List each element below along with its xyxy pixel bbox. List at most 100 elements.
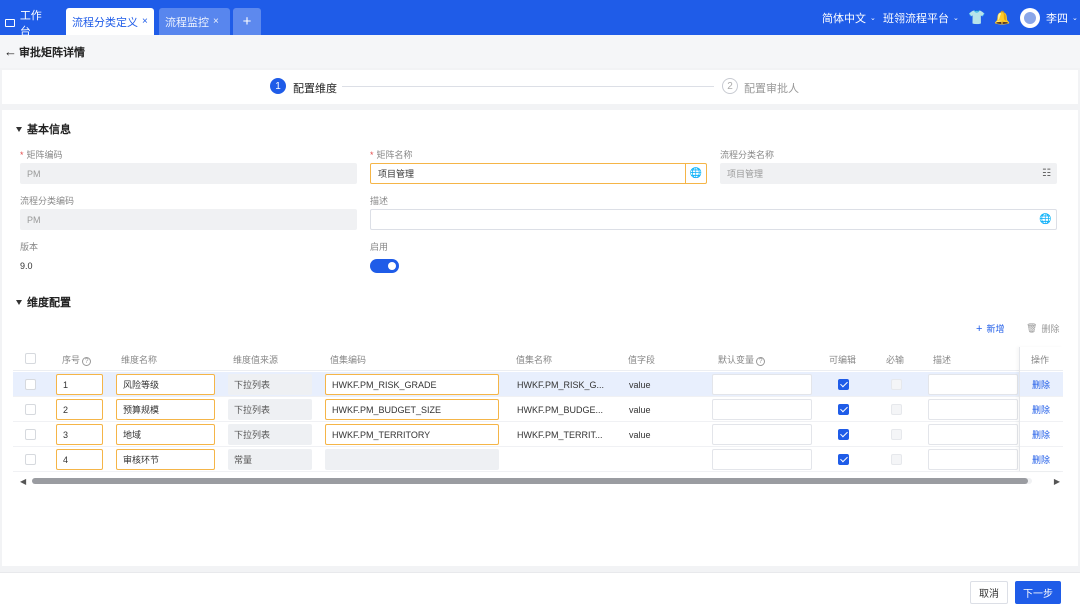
scroll-thumb[interactable] [32, 478, 1028, 484]
required-checkbox[interactable] [891, 404, 902, 415]
col-description: 描述 [933, 355, 952, 365]
seq-input[interactable]: 1 [56, 374, 103, 395]
dimension-grid: 序号? 维度名称 维度值来源 值集编码 值集名称 值字段 默认变量? 可编辑 必… [13, 347, 1063, 473]
select-all-checkbox[interactable] [25, 353, 36, 364]
back-arrow-icon[interactable]: ← [4, 44, 17, 59]
value-field-text: value [629, 404, 651, 415]
step-divider [342, 86, 714, 87]
platform-selector[interactable]: 班翎流程平台 ⌄ [883, 0, 959, 35]
value-source-select[interactable]: 下拉列表 [228, 424, 312, 445]
globe-icon[interactable]: 🌐 [1035, 210, 1056, 229]
row-checkbox[interactable] [25, 379, 36, 390]
required-checkbox[interactable] [891, 379, 902, 390]
scroll-left-icon[interactable]: ◀ [20, 477, 26, 486]
value-source-select[interactable]: 常量 [228, 449, 312, 470]
editable-checkbox[interactable] [838, 454, 849, 465]
row-description-input[interactable] [928, 424, 1018, 445]
value-field-text: value [629, 379, 651, 390]
section-title-basic[interactable]: 基本信息 [16, 121, 71, 137]
cancel-button[interactable]: 取消 [970, 581, 1008, 604]
language-selector[interactable]: 简体中文 ⌄ [822, 0, 876, 35]
valueset-name-text: HWKF.PM_BUDGE... [517, 404, 604, 415]
dimension-name-input[interactable]: 预算规模 [116, 399, 215, 420]
seq-input[interactable]: 4 [56, 449, 103, 470]
theme-shirt-icon[interactable]: 👕 [968, 0, 985, 35]
lookup-icon: ☷ [1042, 168, 1051, 179]
dimension-name-input[interactable]: 地域 [116, 424, 215, 445]
label-text: 矩阵名称 [376, 150, 413, 160]
valueset-code-input [325, 449, 499, 470]
user-menu[interactable]: 李四 ⌄ [1020, 0, 1078, 35]
category-name-value: 项目管理 [727, 169, 764, 179]
default-variable-input[interactable] [712, 424, 812, 445]
close-icon[interactable]: × [142, 16, 148, 27]
editable-checkbox[interactable] [838, 429, 849, 440]
category-code-field: PM [20, 209, 357, 230]
default-variable-input[interactable] [712, 399, 812, 420]
row-description-input[interactable] [928, 449, 1018, 470]
category-name-field: 项目管理 ☷ [720, 163, 1057, 184]
col-valueset-name: 值集名称 [516, 355, 553, 365]
page-title: 审批矩阵详情 [19, 46, 85, 59]
close-icon[interactable]: × [213, 16, 219, 27]
default-variable-input[interactable] [712, 449, 812, 470]
caret-down-icon [16, 126, 22, 132]
col-editable: 可编辑 [829, 355, 857, 365]
step-indicator: 1 配置维度 2 配置审批人 [2, 70, 1078, 104]
default-variable-input[interactable] [712, 374, 812, 395]
matrix-name-field[interactable]: 项目管理 🌐 [370, 163, 707, 184]
add-tab-button[interactable]: + [233, 8, 261, 35]
table-row[interactable]: 4 审核环节 常量 删除 [13, 447, 1063, 472]
table-header: 序号? 维度名称 维度值来源 值集编码 值集名称 值字段 默认变量? 可编辑 必… [13, 347, 1063, 371]
valueset-name-text: HWKF.PM_TERRIT... [517, 429, 603, 440]
tab-process-monitor[interactable]: 流程监控 × [159, 8, 230, 35]
table-row[interactable]: 1 风险等级 下拉列表 HWKF.PM_RISK_GRADE HWKF.PM_R… [13, 372, 1063, 397]
table-row[interactable]: 3 地域 下拉列表 HWKF.PM_TERRITORY HWKF.PM_TERR… [13, 422, 1063, 447]
chevron-down-icon: ⌄ [953, 14, 959, 22]
footer-bar: 取消 下一步 [0, 572, 1080, 608]
page-header: ← 审批矩阵详情 [0, 35, 1080, 68]
help-icon[interactable]: ? [82, 357, 92, 366]
top-nav-bar: 工作台 流程分类定义 × 流程监控 × + 简体中文 ⌄ 班翎流程平台 ⌄ 👕 … [0, 0, 1080, 38]
required-checkbox[interactable] [891, 454, 902, 465]
value-source-select[interactable]: 下拉列表 [228, 399, 312, 420]
row-description-input[interactable] [928, 374, 1018, 395]
valueset-code-input[interactable]: HWKF.PM_TERRITORY [325, 424, 499, 445]
seq-input[interactable]: 3 [56, 424, 103, 445]
help-icon[interactable]: ? [756, 357, 766, 366]
value-field-text [629, 449, 689, 470]
col-value-field: 值字段 [628, 355, 656, 365]
dimension-name-input[interactable]: 风险等级 [116, 374, 215, 395]
col-required: 必输 [886, 355, 905, 365]
category-name-label: 流程分类名称 [720, 150, 775, 160]
valueset-name-text [517, 449, 617, 470]
editable-checkbox[interactable] [838, 404, 849, 415]
row-checkbox[interactable] [25, 429, 36, 440]
tab-workbench[interactable]: 工作台 [0, 9, 58, 38]
row-description-input[interactable] [928, 399, 1018, 420]
valueset-code-input[interactable]: HWKF.PM_BUDGET_SIZE [325, 399, 499, 420]
row-checkbox[interactable] [25, 454, 36, 465]
valueset-code-input[interactable]: HWKF.PM_RISK_GRADE [325, 374, 499, 395]
valueset-name-text: HWKF.PM_RISK_G... [517, 379, 605, 390]
bell-icon[interactable]: 🔔 [994, 0, 1010, 35]
fixed-operation-column [1019, 347, 1063, 471]
next-step-button[interactable]: 下一步 [1015, 581, 1061, 604]
seq-input[interactable]: 2 [56, 399, 103, 420]
tab-label: 工作台 [19, 9, 42, 38]
value-source-select[interactable]: 下拉列表 [228, 374, 312, 395]
language-label: 简体中文 [822, 12, 866, 25]
tab-process-category[interactable]: 流程分类定义 × [66, 8, 154, 35]
required-checkbox[interactable] [891, 429, 902, 440]
scroll-right-icon[interactable]: ▶ [1054, 477, 1060, 486]
globe-icon[interactable]: 🌐 [685, 164, 706, 183]
editable-checkbox[interactable] [838, 379, 849, 390]
horizontal-scrollbar[interactable]: ◀ ▶ [20, 477, 1060, 486]
col-value-source: 维度值来源 [233, 355, 279, 365]
table-row[interactable]: 2 预算规模 下拉列表 HWKF.PM_BUDGET_SIZE HWKF.PM_… [13, 397, 1063, 422]
dimension-name-input[interactable]: 审核环节 [116, 449, 215, 470]
col-valueset-code: 值集编码 [330, 355, 367, 365]
step-number: 1 [270, 78, 286, 94]
description-field[interactable]: 🌐 [370, 209, 1057, 230]
row-checkbox[interactable] [25, 404, 36, 415]
